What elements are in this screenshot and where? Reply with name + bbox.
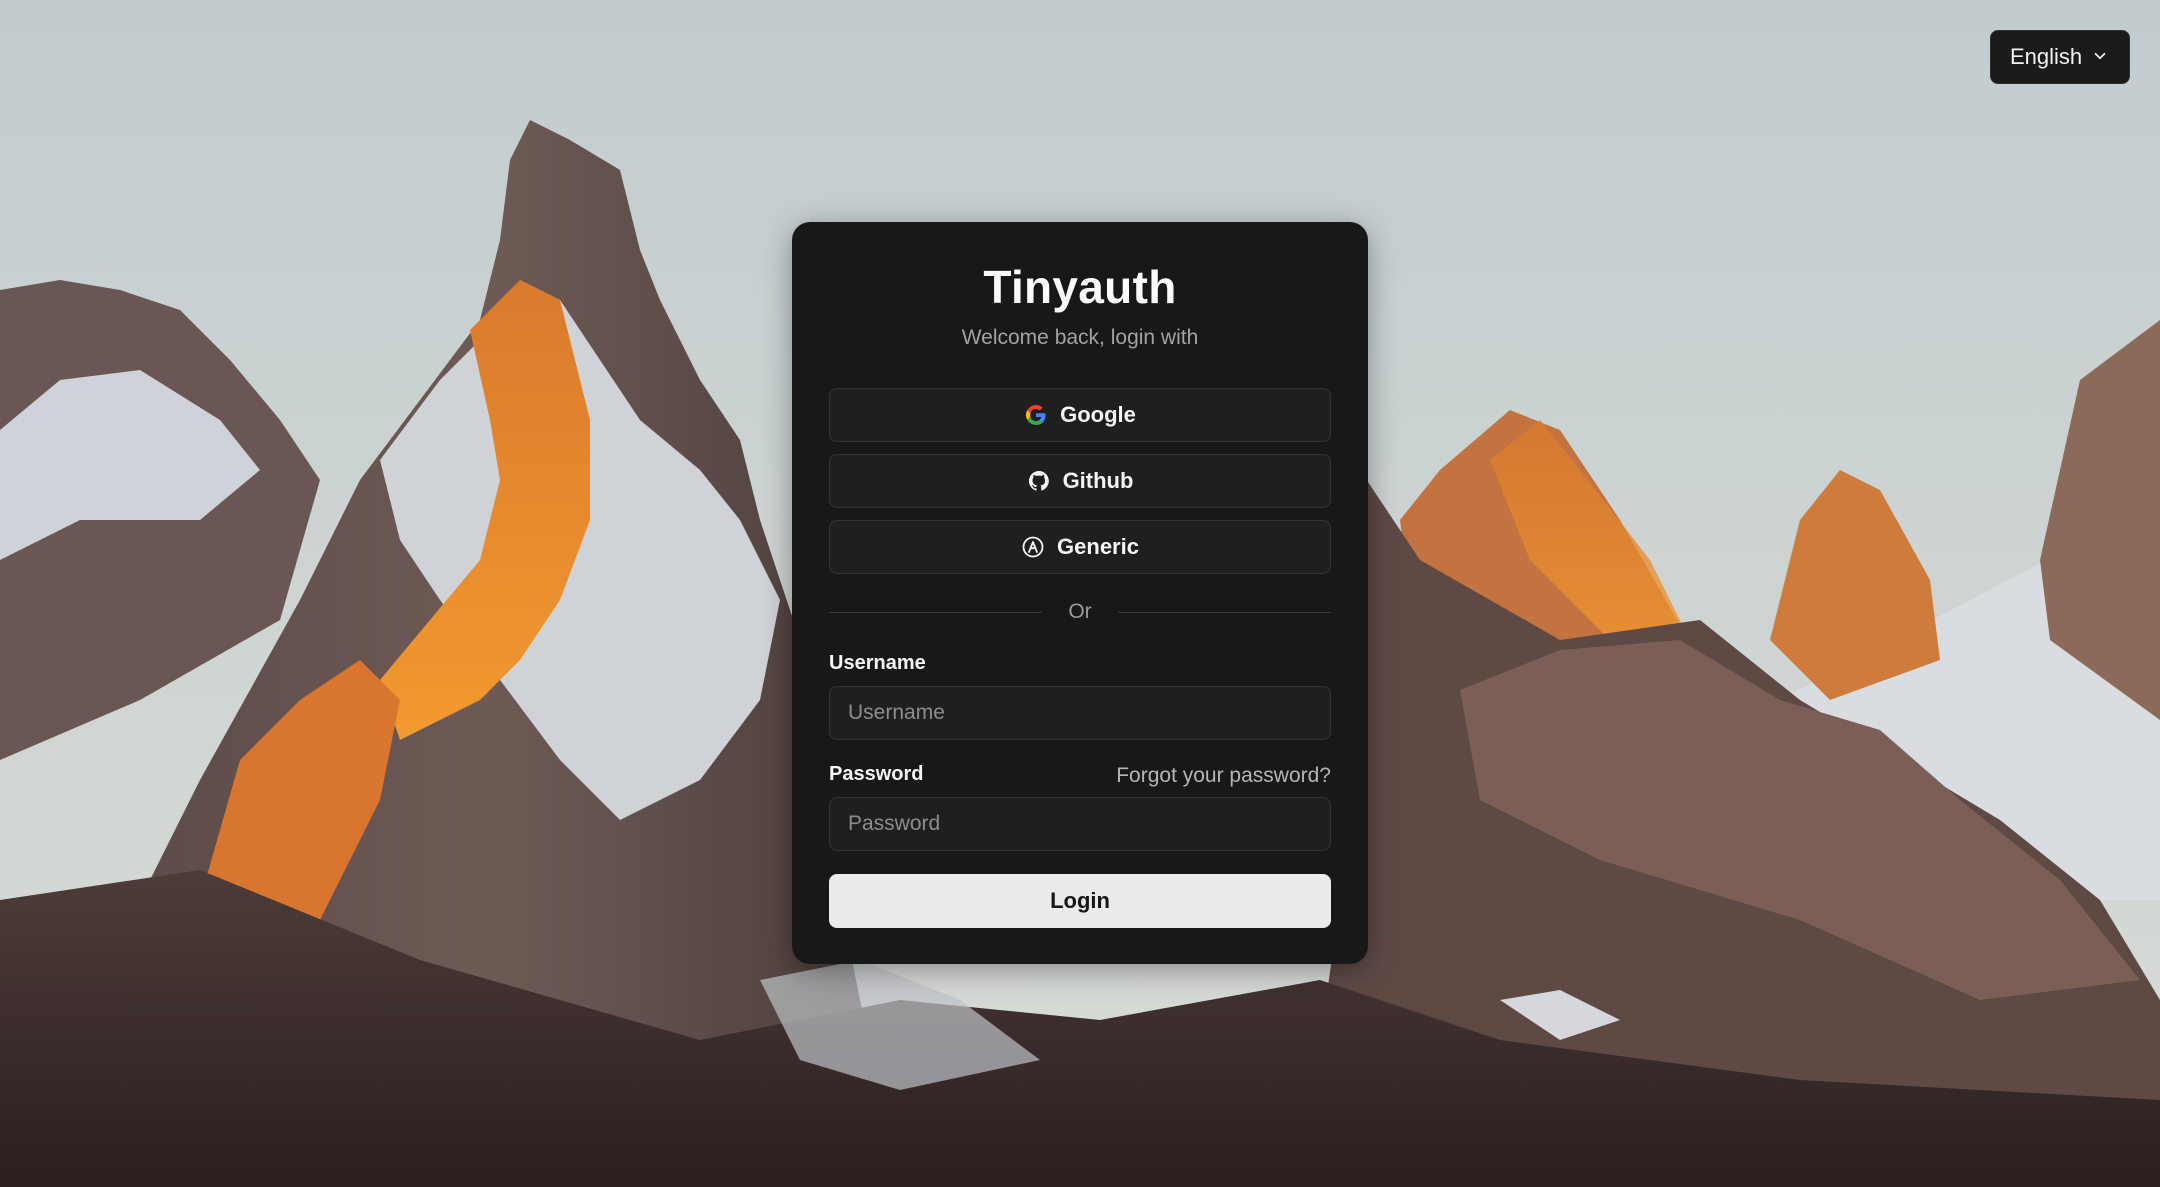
google-icon [1026, 405, 1046, 426]
google-login-button[interactable]: Google [829, 388, 1331, 442]
chevron-down-icon [2094, 52, 2106, 60]
github-login-button[interactable]: Github [829, 454, 1331, 508]
username-input[interactable] [829, 686, 1331, 740]
forgot-password-link[interactable]: Forgot your password? [1116, 764, 1331, 788]
username-label: Username [829, 652, 926, 674]
github-icon [1028, 470, 1049, 491]
github-login-label: Github [1062, 468, 1134, 493]
divider-line-left [829, 612, 1042, 613]
app-title: Tinyauth [983, 261, 1177, 313]
generic-login-label: Generic [1057, 534, 1139, 559]
divider-or-text: Or [1068, 600, 1092, 623]
divider-line-right [1118, 612, 1331, 613]
google-login-label: Google [1060, 402, 1136, 427]
password-input[interactable] [829, 797, 1331, 851]
login-button[interactable]: Login [829, 874, 1331, 928]
language-selector-label: English [2010, 44, 2083, 69]
generic-login-button[interactable]: Generic [829, 520, 1331, 574]
login-subtitle: Welcome back, login with [961, 326, 1199, 349]
language-selector[interactable]: English [1990, 30, 2130, 84]
generic-oauth-icon [1022, 536, 1044, 558]
password-label: Password [829, 763, 924, 785]
